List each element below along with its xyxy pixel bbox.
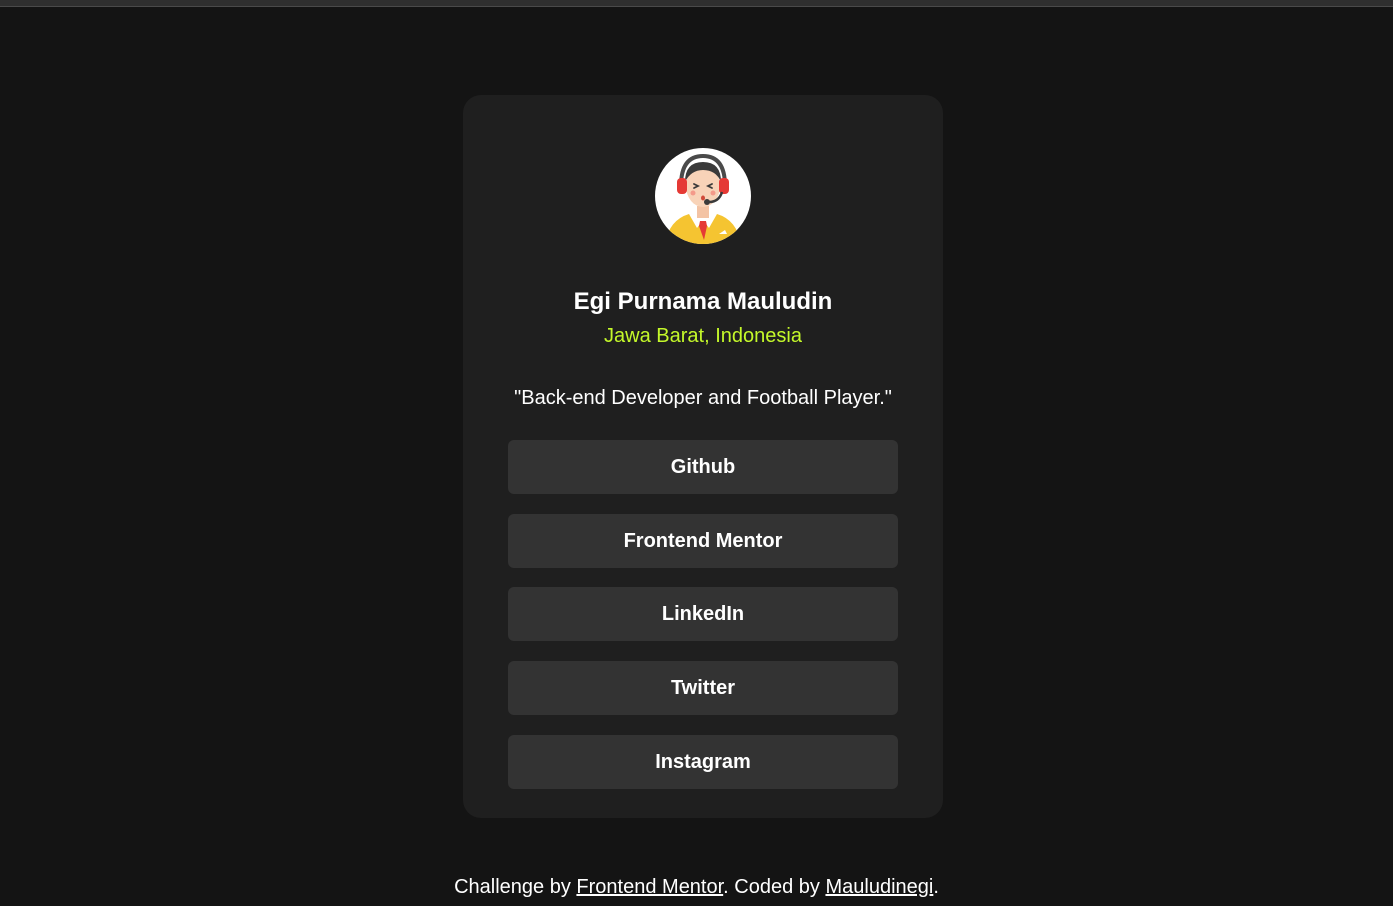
attribution-footer: Challenge by Frontend Mentor. Coded by M…: [0, 874, 1393, 900]
profile-bio: "Back-end Developer and Football Player.…: [514, 387, 892, 409]
avatar: [655, 148, 751, 244]
frontend-mentor-link-button[interactable]: Frontend Mentor: [508, 513, 898, 568]
browser-top-border: [0, 0, 1393, 7]
author-footer-link[interactable]: Mauludinegi: [825, 876, 933, 898]
footer-prefix: Challenge by: [454, 876, 577, 898]
support-agent-avatar-icon: [665, 153, 741, 244]
linkedin-link-button[interactable]: LinkedIn: [508, 587, 898, 642]
twitter-link-button[interactable]: Twitter: [508, 661, 898, 716]
footer-suffix: .: [933, 876, 939, 898]
github-link-button[interactable]: Github: [508, 440, 898, 494]
social-links: Github Frontend Mentor LinkedIn Twitter …: [508, 440, 898, 808]
profile-name: Egi Purnama Mauludin: [573, 288, 833, 315]
frontend-mentor-footer-link[interactable]: Frontend Mentor: [576, 876, 723, 898]
profile-location: Jawa Barat, Indonesia: [604, 325, 802, 347]
footer-middle: . Coded by: [723, 876, 826, 898]
profile-card: Egi Purnama Mauludin Jawa Barat, Indones…: [463, 95, 943, 818]
instagram-link-button[interactable]: Instagram: [508, 734, 898, 789]
